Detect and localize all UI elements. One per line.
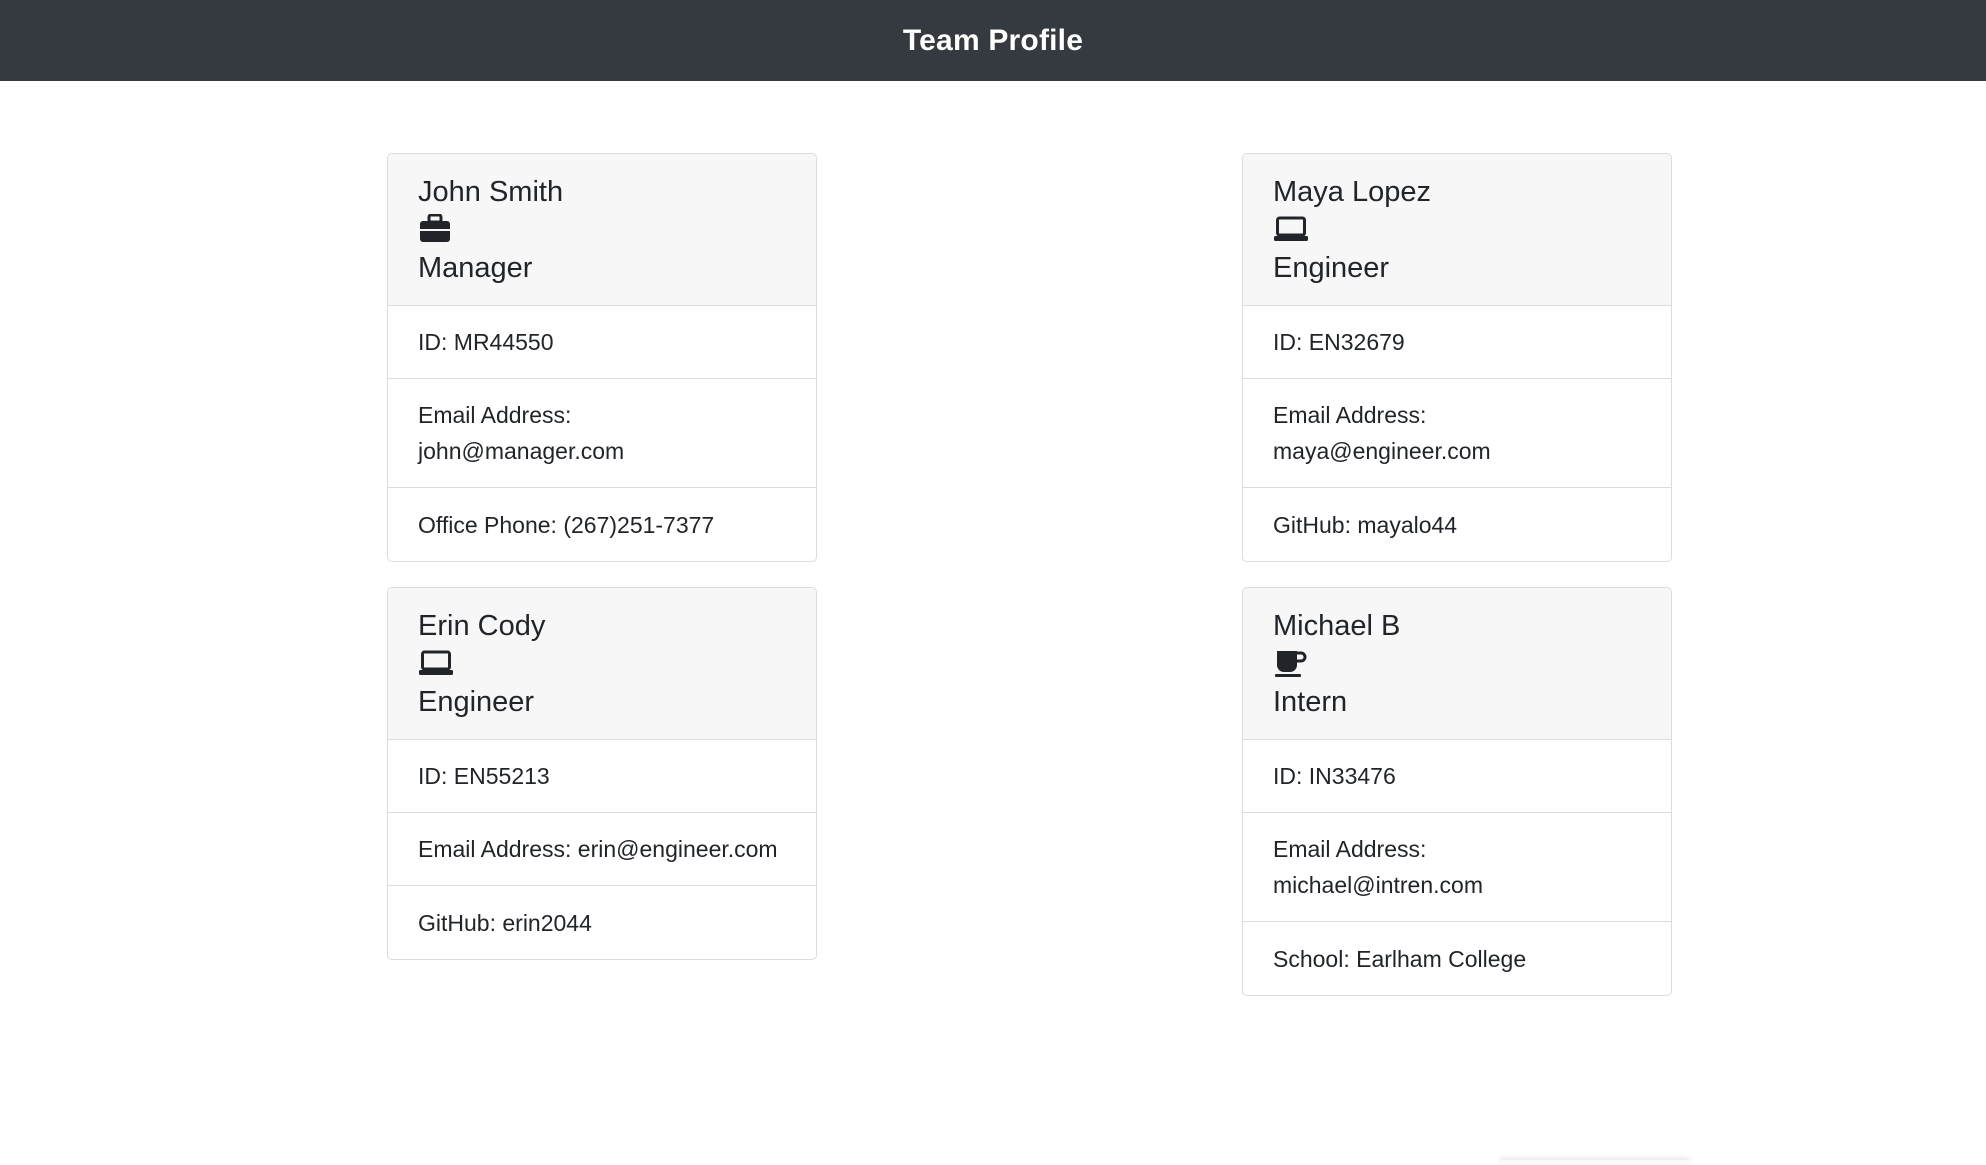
employee-github: GitHub: mayalo44 [1243, 488, 1671, 561]
employee-school: School: Earlham College [1243, 922, 1671, 995]
email-label: Email Address: [1273, 402, 1427, 428]
card-header: Michael B Intern [1243, 588, 1671, 740]
card-header: Maya Lopez Engineer [1243, 154, 1671, 306]
github-link[interactable]: GitHub: erin2044 [418, 905, 592, 941]
top-navbar: Team Profile [0, 0, 1986, 81]
coffee-mug-icon [1273, 644, 1641, 682]
email-link[interactable]: john@manager.com [418, 433, 624, 469]
card-header: John Smith Manager [388, 154, 816, 306]
employee-id: ID: EN55213 [388, 740, 816, 813]
employee-card-manager: John Smith Manager ID: MR44550 Email Add… [387, 153, 817, 562]
employee-role: Intern [1273, 686, 1348, 718]
employee-github: GitHub: erin2044 [388, 886, 816, 959]
employee-email: Email Address: john@manager.com [388, 379, 816, 488]
employee-email: Email Address: michael@intren.com [1243, 813, 1671, 922]
employee-id: ID: IN33476 [1243, 740, 1671, 813]
employee-id: ID: MR44550 [388, 306, 816, 379]
laptop-icon [1273, 210, 1641, 248]
school-text: School: Earlham College [1273, 945, 1527, 972]
employee-role: Engineer [418, 686, 535, 718]
employee-id-text: ID: EN55213 [418, 763, 550, 789]
email-link[interactable]: michael@intren.com [1273, 867, 1483, 903]
employee-name: Michael B [1273, 610, 1401, 642]
page-title: Team Profile [902, 23, 1084, 57]
office-phone-text: Office Phone: (267)251-7377 [418, 511, 715, 538]
employee-id-text: ID: IN33476 [1273, 763, 1396, 789]
email-link[interactable]: erin@engineer.com [578, 831, 778, 867]
employee-id: ID: EN32679 [1243, 306, 1671, 379]
employee-id-text: ID: EN32679 [1273, 329, 1405, 355]
bottom-edge-shadow [1500, 1160, 1690, 1165]
employee-name: Erin Cody [418, 610, 546, 642]
email-label: Email Address: [418, 402, 572, 428]
employee-card-engineer: Erin Cody Engineer ID: EN55213 Email Add… [387, 587, 817, 960]
github-link[interactable]: GitHub: mayalo44 [1273, 507, 1457, 543]
employee-email: Email Address: maya@engineer.com [1243, 379, 1671, 488]
employee-name: John Smith [418, 176, 564, 208]
briefcase-icon [418, 210, 786, 248]
employee-role: Manager [418, 252, 533, 284]
card-header: Erin Cody Engineer [388, 588, 816, 740]
email-link[interactable]: maya@engineer.com [1273, 433, 1491, 469]
email-label: Email Address: [1273, 836, 1427, 862]
employee-office-phone: Office Phone: (267)251-7377 [388, 488, 816, 561]
employee-role: Engineer [1273, 252, 1390, 284]
email-label: Email Address: [418, 836, 572, 862]
employee-card-intern: Michael B Intern ID: IN33476 Email Addre… [1242, 587, 1672, 996]
employee-email: Email Address: erin@engineer.com [388, 813, 816, 886]
laptop-icon [418, 644, 786, 682]
employee-id-text: ID: MR44550 [418, 329, 554, 355]
employee-name: Maya Lopez [1273, 176, 1431, 208]
employee-card-engineer: Maya Lopez Engineer ID: EN32679 Email Ad… [1242, 153, 1672, 562]
